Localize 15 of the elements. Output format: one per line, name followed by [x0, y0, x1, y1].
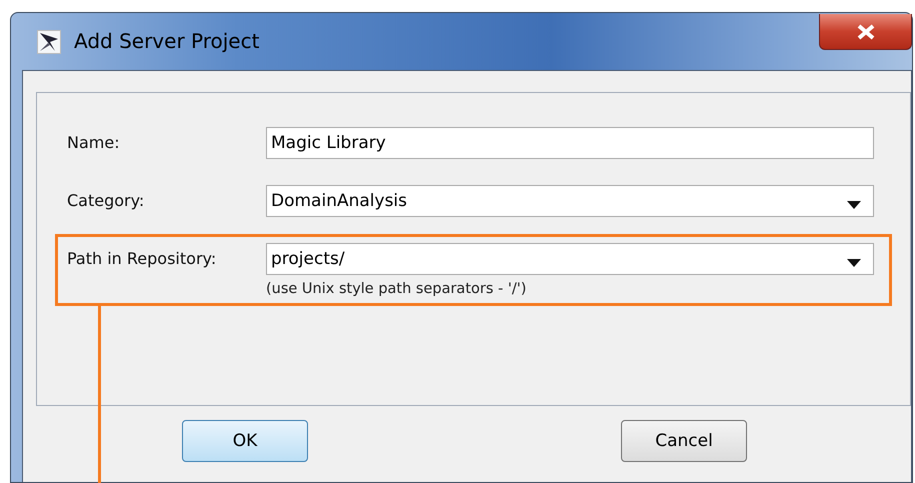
app-icon [37, 30, 61, 54]
close-button[interactable] [819, 14, 912, 50]
field-label: Category: [67, 190, 146, 212]
hint-text: (use Unix style path separators - '/') [266, 281, 528, 297]
dropdown-field[interactable]: DomainAnalysis [266, 185, 874, 217]
close-icon [856, 24, 876, 40]
ok-button[interactable]: OK [182, 420, 308, 462]
field-label: Path in Repository: [67, 248, 218, 270]
window-title: Add Server Project [74, 29, 260, 53]
dropdown-field[interactable]: projects/ [266, 243, 874, 275]
caret-icon [847, 259, 861, 267]
caret-icon [847, 201, 861, 209]
field-label: Name: [67, 132, 121, 154]
cancel-button[interactable]: Cancel [621, 420, 747, 462]
input-field[interactable]: Magic Library [266, 127, 874, 159]
